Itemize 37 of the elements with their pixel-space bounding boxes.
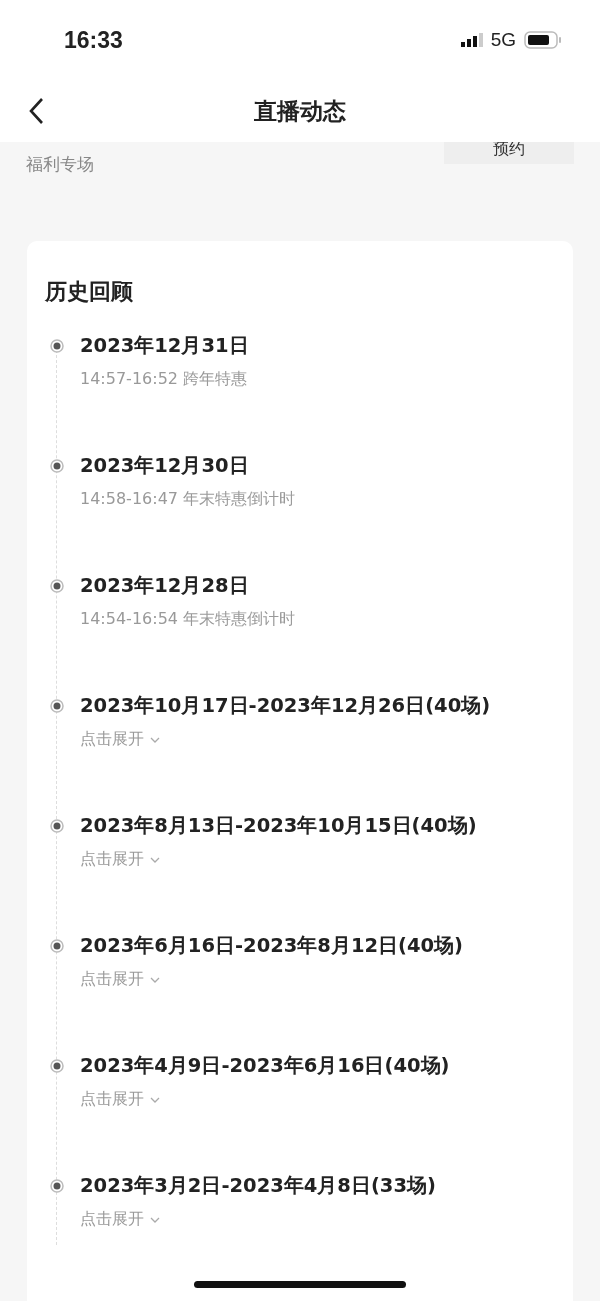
session-detail: 14:54-16:54 年末特惠倒计时: [80, 609, 297, 630]
chevron-icon: [150, 855, 160, 864]
timeline-title: 2023年6月16日-2023年8月12日(40场): [80, 933, 464, 959]
section-label: 福利专场: [26, 153, 94, 176]
chevron-icon: [150, 1215, 160, 1224]
timeline-title: 2023年8月13日-2023年10月15日(40场): [80, 813, 478, 839]
battery-icon: [524, 31, 562, 49]
timeline-dot-icon: [50, 459, 64, 473]
timeline-dot-icon: [50, 1179, 64, 1193]
timeline-dot-icon: [50, 579, 64, 593]
expand-toggle[interactable]: 点击展开: [80, 969, 160, 990]
expand-toggle[interactable]: 点击展开: [80, 729, 160, 750]
section-title: 历史回顾: [45, 278, 134, 306]
timeline-dot-icon: [50, 819, 64, 833]
chevron-icon: [150, 1095, 160, 1104]
expand-toggle[interactable]: 点击展开: [80, 849, 160, 870]
timeline-title: 2023年12月30日: [80, 453, 250, 479]
timeline-title: 2023年4月9日-2023年6月16日(40场): [80, 1053, 451, 1079]
signal-icon: [460, 33, 483, 47]
timeline-title: 2023年12月31日: [80, 333, 250, 359]
network-label: 5G: [490, 29, 516, 51]
timeline-dot-icon: [50, 699, 64, 713]
timeline-title: 2023年3月2日-2023年4月8日(33场): [80, 1173, 437, 1199]
chevron-icon: [150, 975, 160, 984]
expand-toggle[interactable]: 点击展开: [80, 1209, 160, 1230]
timeline-dot-icon: [50, 939, 64, 953]
page-title: 直播动态: [254, 96, 346, 126]
session-detail: 14:57-16:52 跨年特惠: [80, 369, 249, 390]
back-icon[interactable]: [28, 97, 44, 125]
timeline-dot-icon: [50, 1059, 64, 1073]
timeline-title: 2023年12月28日: [80, 573, 250, 599]
chevron-icon: [150, 735, 160, 744]
timeline-dot-icon: [50, 339, 64, 353]
timeline-title: 2023年10月17日-2023年12月26日(40场): [80, 693, 492, 719]
status-time: 16:33: [64, 26, 123, 54]
expand-toggle[interactable]: 点击展开: [80, 1089, 160, 1110]
session-detail: 14:58-16:47 年末特惠倒计时: [80, 489, 297, 510]
